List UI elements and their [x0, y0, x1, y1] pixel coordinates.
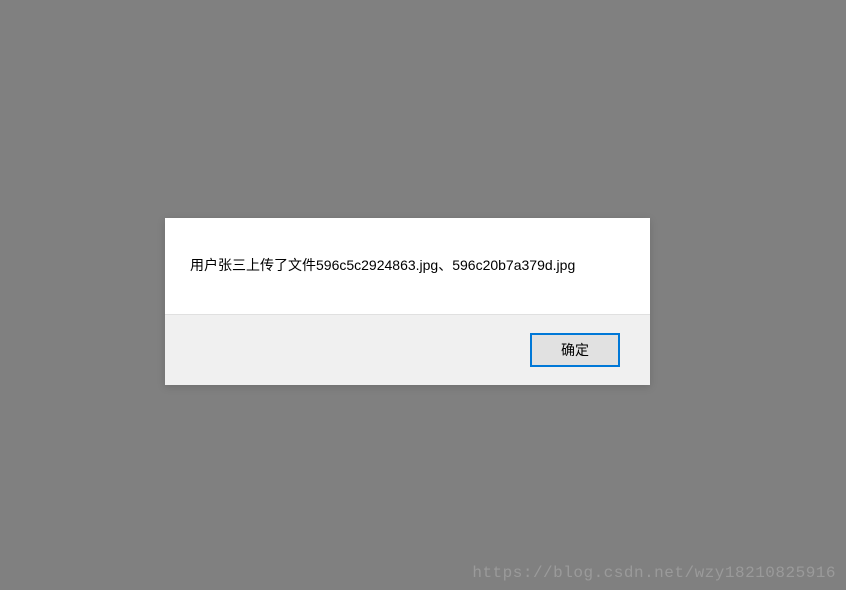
- ok-button[interactable]: 确定: [530, 333, 620, 367]
- watermark-text: https://blog.csdn.net/wzy18210825916: [472, 564, 836, 582]
- dialog-message: 用户张三上传了文件596c5c2924863.jpg、596c20b7a379d…: [190, 256, 625, 276]
- alert-dialog: 用户张三上传了文件596c5c2924863.jpg、596c20b7a379d…: [165, 218, 650, 385]
- dialog-body: 用户张三上传了文件596c5c2924863.jpg、596c20b7a379d…: [165, 218, 650, 314]
- dialog-footer: 确定: [165, 314, 650, 385]
